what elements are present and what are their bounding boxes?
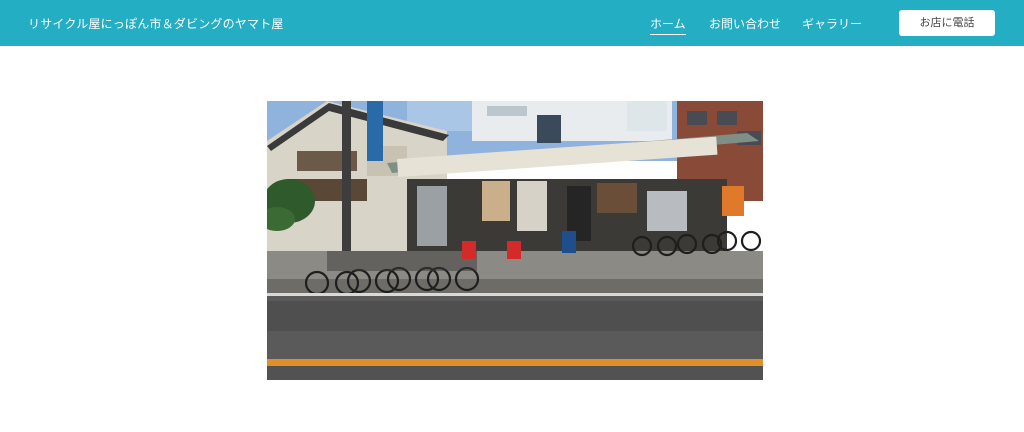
nav-item-contact[interactable]: お問い合わせ <box>709 15 781 34</box>
main-nav: ホーム お問い合わせ ギャラリー <box>0 15 1024 35</box>
site-header: リサイクル屋にっぽん市＆ダビングのヤマト屋 ホーム お問い合わせ ギャラリー お… <box>0 0 1024 46</box>
call-store-button[interactable]: お店に電話 <box>899 10 995 36</box>
storefront-photo <box>267 101 763 380</box>
nav-item-gallery[interactable]: ギャラリー <box>802 15 862 34</box>
nav-item-home[interactable]: ホーム <box>650 15 686 35</box>
